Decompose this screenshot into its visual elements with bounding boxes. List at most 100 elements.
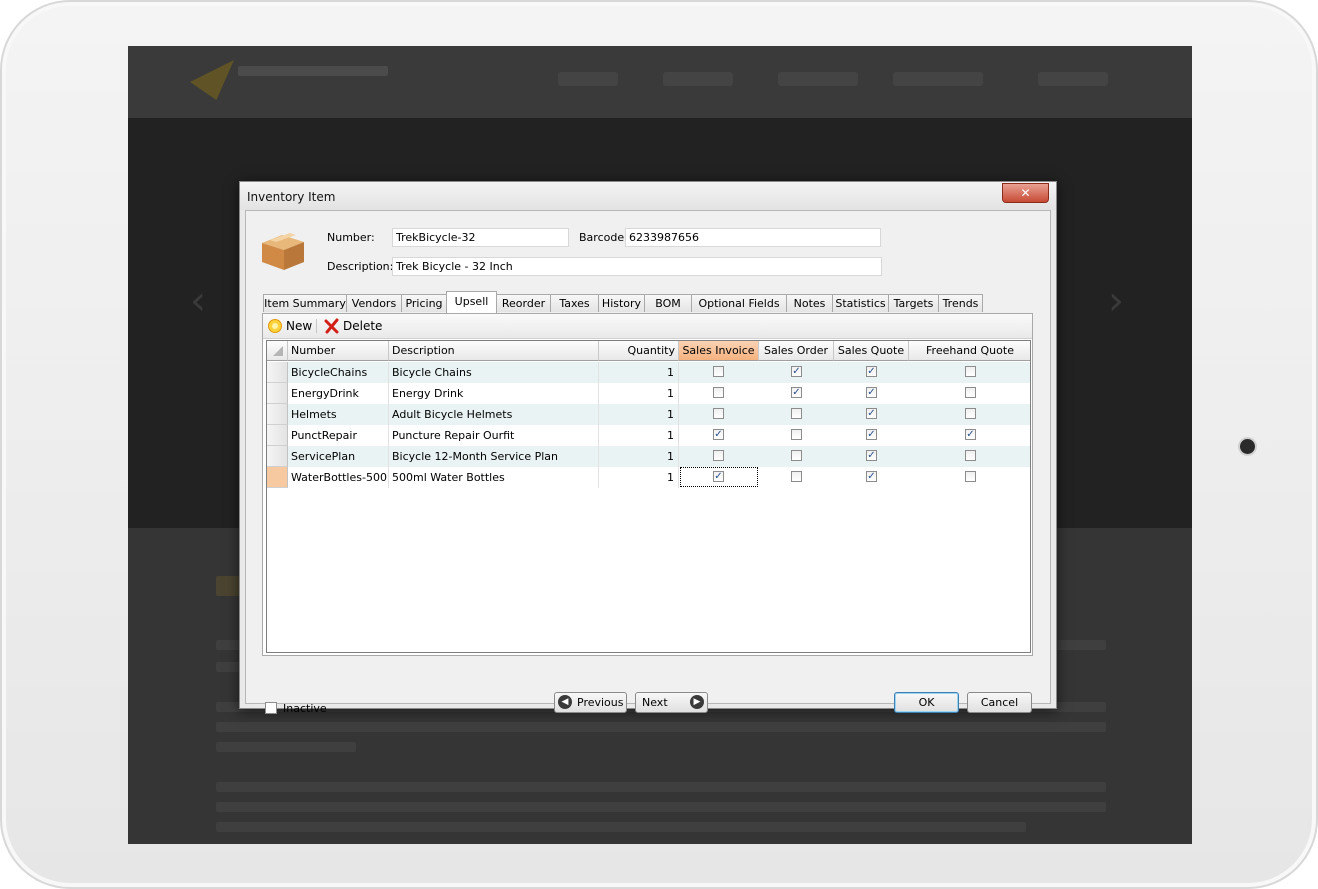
row-header[interactable] xyxy=(267,383,288,404)
tab-notes[interactable]: Notes xyxy=(786,294,833,312)
cancel-button[interactable]: Cancel xyxy=(967,692,1032,713)
delete-button[interactable]: Delete xyxy=(324,318,384,334)
next-button[interactable]: Next ▶ xyxy=(635,692,708,713)
description-field[interactable]: Trek Bicycle - 32 Inch xyxy=(392,257,882,276)
freehand-quote-checkbox[interactable] xyxy=(965,450,976,461)
row-header[interactable] xyxy=(267,446,288,467)
table-row[interactable]: BicycleChains Bicycle Chains 1 ✓ ✓ xyxy=(267,362,1030,383)
quantity-cell[interactable]: 1 xyxy=(599,404,679,425)
description-cell[interactable]: Adult Bicycle Helmets xyxy=(389,404,599,425)
number-cell[interactable]: ServicePlan xyxy=(288,446,389,467)
next-arrow-icon: ▶ xyxy=(690,695,704,709)
toolbar-separator xyxy=(316,319,317,333)
ok-button[interactable]: OK xyxy=(894,692,959,713)
background-text-line xyxy=(216,822,1026,832)
freehand-quote-checkbox[interactable] xyxy=(965,471,976,482)
description-cell[interactable]: Energy Drink xyxy=(389,383,599,404)
tab-reorder[interactable]: Reorder xyxy=(496,294,551,312)
description-cell[interactable]: Bicycle 12-Month Service Plan xyxy=(389,446,599,467)
quantity-cell[interactable]: 1 xyxy=(599,383,679,404)
quantity-cell[interactable]: 1 xyxy=(599,467,679,488)
barcode-field[interactable]: 6233987656 xyxy=(625,228,881,247)
sales-invoice-checkbox[interactable] xyxy=(713,387,724,398)
column-header-sales-quote[interactable]: Sales Quote xyxy=(834,341,909,361)
number-field[interactable]: TrekBicycle-32 xyxy=(392,228,569,247)
background-logo xyxy=(190,60,234,100)
tab-taxes[interactable]: Taxes xyxy=(550,294,599,312)
number-cell[interactable]: BicycleChains xyxy=(288,362,389,383)
freehand-quote-checkbox[interactable] xyxy=(965,408,976,419)
inactive-label: Inactive xyxy=(283,702,327,715)
table-row[interactable]: Helmets Adult Bicycle Helmets 1 ✓ xyxy=(267,404,1030,425)
quantity-cell[interactable]: 1 xyxy=(599,446,679,467)
grid-corner[interactable] xyxy=(267,341,288,361)
background-left-arrow-icon: ‹ xyxy=(190,278,206,324)
number-cell[interactable]: PunctRepair xyxy=(288,425,389,446)
tab-statistics[interactable]: Statistics xyxy=(832,294,889,312)
table-row[interactable]: WaterBottles-500 500ml Water Bottles 1 ✓ ✓ xyxy=(267,467,1030,488)
freehand-quote-checkbox[interactable]: ✓ xyxy=(965,429,976,440)
inactive-checkbox[interactable] xyxy=(265,702,277,714)
row-header[interactable] xyxy=(267,467,288,488)
column-header-quantity[interactable]: Quantity xyxy=(599,341,679,361)
tab-pricing[interactable]: Pricing xyxy=(401,294,447,312)
tab-item-summary[interactable]: Item Summary xyxy=(263,294,347,312)
tab-optional-fields[interactable]: Optional Fields xyxy=(691,294,787,312)
column-header-freehand-quote[interactable]: Freehand Quote xyxy=(909,341,1030,361)
sales-invoice-checkbox[interactable] xyxy=(713,408,724,419)
description-cell[interactable]: 500ml Water Bottles xyxy=(389,467,599,488)
table-row[interactable]: EnergyDrink Energy Drink 1 ✓ ✓ xyxy=(267,383,1030,404)
quantity-cell[interactable]: 1 xyxy=(599,362,679,383)
delete-x-icon xyxy=(324,318,339,334)
description-cell[interactable]: Bicycle Chains xyxy=(389,362,599,383)
table-row[interactable]: PunctRepair Puncture Repair Ourfit 1 ✓ ✓ ✓ xyxy=(267,425,1030,446)
sales-invoice-checkbox[interactable] xyxy=(713,366,724,377)
sales-quote-checkbox[interactable]: ✓ xyxy=(866,387,877,398)
number-cell[interactable]: WaterBottles-500 xyxy=(288,467,389,488)
number-cell[interactable]: Helmets xyxy=(288,404,389,425)
freehand-quote-checkbox[interactable] xyxy=(965,387,976,398)
tab-vendors[interactable]: Vendors xyxy=(346,294,402,312)
table-row[interactable]: ServicePlan Bicycle 12-Month Service Plan… xyxy=(267,446,1030,467)
row-header[interactable] xyxy=(267,362,288,383)
sales-quote-checkbox[interactable]: ✓ xyxy=(866,429,877,440)
column-header-sales-invoice[interactable]: Sales Invoice xyxy=(679,341,759,361)
description-cell[interactable]: Puncture Repair Ourfit xyxy=(389,425,599,446)
background-site-header xyxy=(128,46,1192,118)
number-cell[interactable]: EnergyDrink xyxy=(288,383,389,404)
column-header-description[interactable]: Description xyxy=(389,341,599,361)
column-header-number[interactable]: Number xyxy=(288,341,389,361)
sales-invoice-checkbox[interactable]: ✓ xyxy=(713,429,724,440)
row-header[interactable] xyxy=(267,404,288,425)
new-button-label: New xyxy=(286,319,313,333)
previous-button[interactable]: ◀ Previous xyxy=(554,692,627,713)
dialog-titlebar[interactable]: Inventory Item ✕ xyxy=(240,182,1056,210)
close-button[interactable]: ✕ xyxy=(1002,183,1049,203)
freehand-quote-checkbox[interactable] xyxy=(965,366,976,377)
sales-quote-checkbox[interactable]: ✓ xyxy=(866,471,877,482)
background-nav-item xyxy=(663,72,733,86)
sales-order-checkbox[interactable] xyxy=(791,408,802,419)
tab-history[interactable]: History xyxy=(598,294,645,312)
tab-bom[interactable]: BOM xyxy=(644,294,692,312)
column-header-sales-order[interactable]: Sales Order xyxy=(759,341,834,361)
sales-invoice-checkbox[interactable] xyxy=(713,450,724,461)
sales-quote-checkbox[interactable]: ✓ xyxy=(866,450,877,461)
row-header[interactable] xyxy=(267,425,288,446)
sales-order-checkbox[interactable] xyxy=(791,471,802,482)
sales-quote-checkbox[interactable]: ✓ xyxy=(866,366,877,377)
sales-order-checkbox[interactable]: ✓ xyxy=(791,387,802,398)
sales-order-checkbox[interactable] xyxy=(791,450,802,461)
tab-targets[interactable]: Targets xyxy=(888,294,939,312)
background-right-arrow-icon: › xyxy=(1108,278,1124,324)
quantity-cell[interactable]: 1 xyxy=(599,425,679,446)
background-nav-item xyxy=(778,72,858,86)
sales-order-checkbox[interactable]: ✓ xyxy=(791,366,802,377)
dialog-title: Inventory Item xyxy=(247,190,336,204)
dialog-body: Number: TrekBicycle-32 Barcode: 62339876… xyxy=(245,210,1051,715)
tab-trends[interactable]: Trends xyxy=(938,294,983,312)
sales-quote-checkbox[interactable]: ✓ xyxy=(866,408,877,419)
sales-order-checkbox[interactable] xyxy=(791,429,802,440)
tab-upsell[interactable]: Upsell xyxy=(446,291,497,313)
new-star-icon xyxy=(268,319,282,333)
